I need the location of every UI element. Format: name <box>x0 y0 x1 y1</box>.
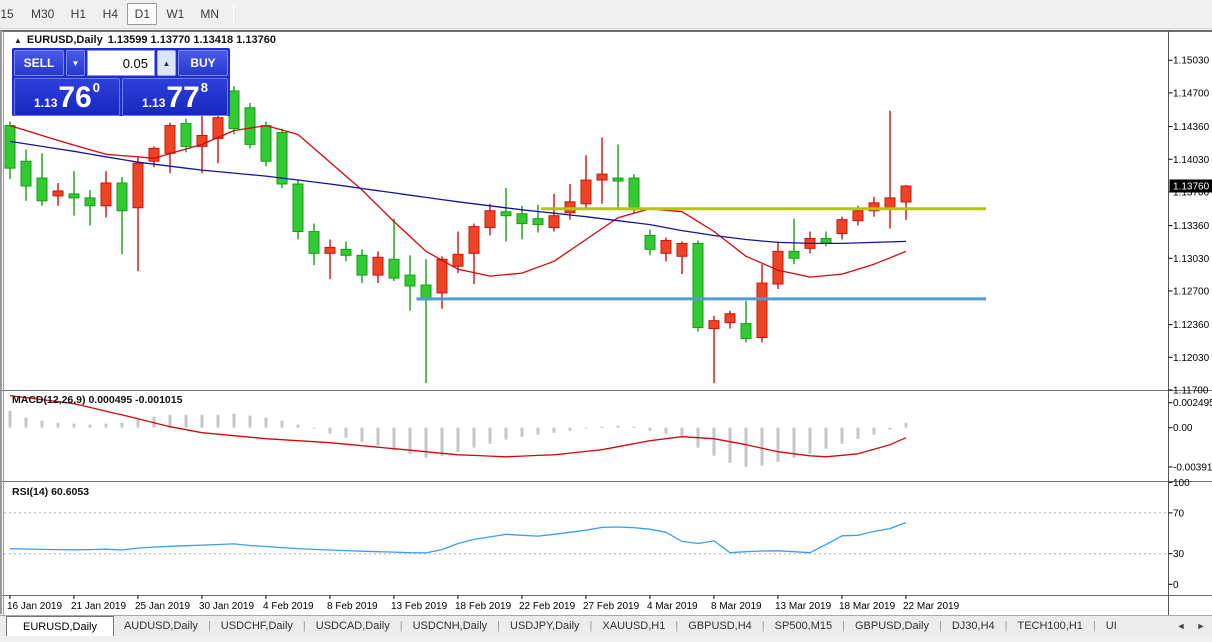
svg-text:1.15030: 1.15030 <box>1173 56 1210 67</box>
svg-text:18 Feb 2019: 18 Feb 2019 <box>455 601 512 612</box>
svg-text:1.12700: 1.12700 <box>1173 286 1210 297</box>
tab-scroll-right-button[interactable]: ► <box>1194 619 1208 633</box>
chevron-down-icon: ▼ <box>72 59 80 68</box>
svg-text:1.13360: 1.13360 <box>1173 221 1210 232</box>
svg-text:22 Mar 2019: 22 Mar 2019 <box>903 601 960 612</box>
svg-text:4 Mar 2019: 4 Mar 2019 <box>647 601 698 612</box>
chevron-up-icon: ▲ <box>163 59 171 68</box>
svg-text:1.12360: 1.12360 <box>1173 320 1210 331</box>
sell-price-sup: 0 <box>93 80 100 95</box>
svg-text:1.13030: 1.13030 <box>1173 254 1210 265</box>
chart-symbol-header: ▲ EURUSD,Daily 1.13599 1.13770 1.13418 1… <box>14 34 276 46</box>
tab-tech100-h1[interactable]: TECH100,H1 <box>1007 616 1092 636</box>
tab-ui[interactable]: UI <box>1096 616 1127 636</box>
svg-text:100: 100 <box>1173 478 1190 489</box>
buy-price-big: 77 <box>166 83 199 113</box>
svg-text:27 Feb 2019: 27 Feb 2019 <box>583 601 640 612</box>
tab-gbpusd-daily[interactable]: GBPUSD,Daily <box>845 616 939 636</box>
chart-ohlc-text: 1.13599 1.13770 1.13418 1.13760 <box>108 34 276 46</box>
svg-text:0.00: 0.00 <box>1173 423 1193 434</box>
buy-button[interactable]: BUY <box>178 50 228 76</box>
svg-text:13 Mar 2019: 13 Mar 2019 <box>775 601 832 612</box>
svg-text:30 Jan 2019: 30 Jan 2019 <box>199 601 254 612</box>
timeframe-button-h1[interactable]: H1 <box>63 3 93 25</box>
timeframe-button-w1[interactable]: W1 <box>159 3 191 25</box>
tab-audusd-daily[interactable]: AUDUSD,Daily <box>114 616 208 636</box>
chart-window: 1.150301.147001.143601.140301.137001.133… <box>0 30 1212 614</box>
sell-button[interactable]: SELL <box>14 50 64 76</box>
svg-text:1.13760: 1.13760 <box>1173 181 1210 192</box>
tab-scroll-arrows: ◄► <box>1174 616 1212 636</box>
tab-usdcnh-daily[interactable]: USDCNH,Daily <box>403 616 498 636</box>
tab-sp500-m15[interactable]: SP500,M15 <box>765 616 842 636</box>
tab-usdjpy-daily[interactable]: USDJPY,Daily <box>500 616 590 636</box>
tab-gbpusd-h4[interactable]: GBPUSD,H4 <box>678 616 762 636</box>
sell-price-prefix: 1.13 <box>34 96 57 110</box>
svg-text:30: 30 <box>1173 549 1185 560</box>
timeframe-button-m30[interactable]: M30 <box>24 3 61 25</box>
svg-text:13 Feb 2019: 13 Feb 2019 <box>391 601 448 612</box>
chart-tab-bar: EURUSD,DailyAUDUSD,Daily|USDCHF,Daily|US… <box>0 615 1212 636</box>
svg-text:4 Feb 2019: 4 Feb 2019 <box>263 601 314 612</box>
timeframe-toolbar: 15M30H1H4D1W1MN <box>0 0 1212 29</box>
svg-text:18 Mar 2019: 18 Mar 2019 <box>839 601 896 612</box>
buy-price-prefix: 1.13 <box>142 96 165 110</box>
svg-text:16 Jan 2019: 16 Jan 2019 <box>7 601 62 612</box>
sell-price-button[interactable]: 1.13 76 0 <box>14 78 120 116</box>
svg-text:8 Mar 2019: 8 Mar 2019 <box>711 601 762 612</box>
svg-text:22 Feb 2019: 22 Feb 2019 <box>519 601 576 612</box>
svg-text:21 Jan 2019: 21 Jan 2019 <box>71 601 126 612</box>
svg-text:1.11700: 1.11700 <box>1173 385 1209 396</box>
symbol-marker-icon: ▲ <box>14 36 22 45</box>
svg-text:1.14030: 1.14030 <box>1173 155 1210 166</box>
one-click-trading-panel: SELL ▼ 0.05 ▲ BUY 1.13 76 0 1.13 77 <box>12 48 230 116</box>
svg-text:8 Feb 2019: 8 Feb 2019 <box>327 601 378 612</box>
volume-increase-button[interactable]: ▲ <box>157 50 176 76</box>
svg-text:-0.003919: -0.003919 <box>1173 462 1212 473</box>
timeframe-button-h4[interactable]: H4 <box>95 3 125 25</box>
rsi-indicator-label: RSI(14) 60.6053 <box>12 486 89 498</box>
price-chart-canvas[interactable]: 1.150301.147001.143601.140301.137001.133… <box>2 31 1212 615</box>
timeframe-button-15[interactable]: 15 <box>0 3 22 25</box>
timeframe-button-mn[interactable]: MN <box>193 3 226 25</box>
buy-price-sup: 8 <box>201 80 208 95</box>
chart-symbol-text: EURUSD,Daily <box>27 34 103 46</box>
trading-terminal-window: 15M30H1H4D1W1MN 1.15030 1.14700 1.14360 1.1… <box>0 0 1212 642</box>
svg-text:70: 70 <box>1173 508 1185 519</box>
svg-text:1.14360: 1.14360 <box>1173 122 1210 133</box>
svg-text:1.14700: 1.14700 <box>1173 88 1210 99</box>
tab-xauusd-h1[interactable]: XAUUSD,H1 <box>592 616 675 636</box>
svg-text:1.12030: 1.12030 <box>1173 353 1210 364</box>
svg-text:0.002495: 0.002495 <box>1173 398 1212 409</box>
volume-decrease-button[interactable]: ▼ <box>66 50 85 76</box>
macd-indicator-label: MACD(12,26,9) 0.000495 -0.001015 <box>12 394 182 406</box>
sell-price-big: 76 <box>58 83 91 113</box>
tab-dj30-h4[interactable]: DJ30,H4 <box>942 616 1005 636</box>
svg-text:0: 0 <box>1173 580 1179 591</box>
tab-eurusd-daily[interactable]: EURUSD,Daily <box>6 616 114 636</box>
timeframe-button-d1[interactable]: D1 <box>127 3 157 25</box>
volume-input[interactable]: 0.05 <box>87 50 155 76</box>
tab-usdcad-daily[interactable]: USDCAD,Daily <box>306 616 400 636</box>
buy-price-button[interactable]: 1.13 77 8 <box>122 78 228 116</box>
tab-usdchf-daily[interactable]: USDCHF,Daily <box>211 616 303 636</box>
tab-scroll-left-button[interactable]: ◄ <box>1174 619 1188 633</box>
toolbar-separator <box>233 4 234 24</box>
svg-text:25 Jan 2019: 25 Jan 2019 <box>135 601 190 612</box>
